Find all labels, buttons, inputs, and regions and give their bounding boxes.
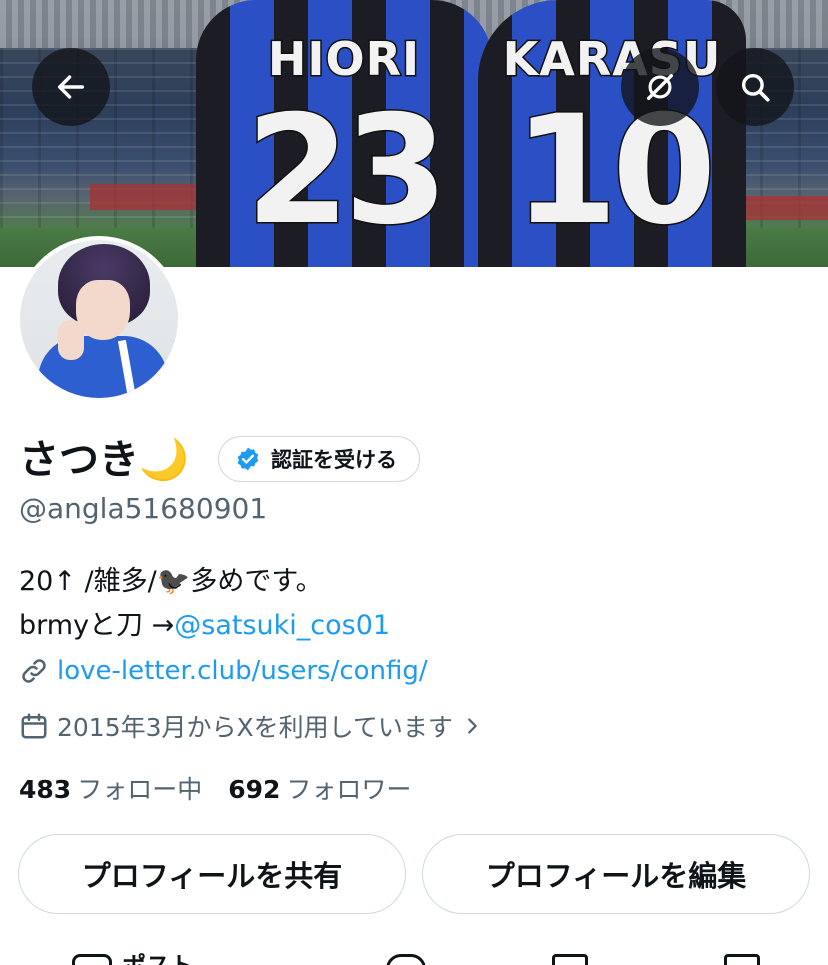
jersey-name: HIORI [266, 31, 421, 88]
stadium-seats [90, 184, 210, 210]
grok-icon [646, 73, 674, 101]
profile-link-row[interactable]: love-letter.club/users/config/ [19, 656, 428, 686]
following-stat[interactable]: 483 フォロー中 [19, 770, 202, 806]
profile-website-link[interactable]: love-letter.club/users/config/ [57, 656, 428, 686]
followers-stat[interactable]: 692 フォロワー [228, 770, 411, 806]
share-profile-button[interactable]: プロフィールを共有 [18, 834, 406, 914]
jersey-name: KARASU [501, 31, 722, 88]
search-icon [741, 73, 770, 102]
arrow-left-icon [57, 75, 85, 99]
back-button[interactable] [32, 48, 110, 126]
profile-banner[interactable]: HIORI 23 KARASU 10 [0, 0, 828, 267]
link-icon [22, 659, 46, 683]
tab-media[interactable] [724, 954, 760, 965]
bio-line: 20↑ /雑多/🐦‍⬛多めです。 [19, 566, 323, 597]
highlights-icon [552, 954, 588, 965]
following-count: 483 [19, 775, 72, 804]
jersey-number: 23 [244, 84, 450, 258]
posts-icon [72, 954, 112, 965]
profile-tabs: ポスト [0, 944, 828, 965]
search-button[interactable] [716, 48, 794, 126]
chevron-right-icon [468, 718, 477, 734]
bio-mention-link[interactable]: @satsuki_cos01 [174, 610, 390, 641]
user-handle: @angla51680901 [19, 492, 268, 525]
avatar-image [20, 240, 178, 398]
edit-profile-button[interactable]: プロフィールを編集 [422, 834, 810, 914]
bio-text: brmyと刀 → [19, 610, 175, 641]
tab-posts[interactable]: ポスト [72, 954, 194, 965]
tab-highlights[interactable] [552, 954, 588, 965]
verified-badge-icon [237, 447, 259, 471]
followers-label: フォロワー [286, 775, 412, 804]
display-name: さつき🌙 [19, 437, 189, 483]
get-verified-button[interactable]: 認証を受ける [218, 436, 420, 482]
joined-date-row[interactable]: 2015年3月からXを利用しています [19, 708, 483, 744]
reply-icon [386, 954, 426, 965]
joined-date: 2015年3月からXを利用しています [57, 713, 453, 742]
jersey-left: HIORI 23 [196, 0, 492, 267]
followers-count: 692 [228, 775, 281, 804]
jersey-number: 10 [512, 84, 718, 258]
avatar[interactable] [16, 236, 182, 402]
tab-replies[interactable] [386, 954, 426, 965]
get-verified-label: 認証を受ける [271, 448, 397, 472]
media-icon [724, 954, 760, 965]
grok-button[interactable] [621, 48, 699, 126]
tab-posts-label: ポスト [122, 954, 194, 965]
bio-line: brmyと刀 →@satsuki_cos01 [19, 604, 390, 648]
calendar-icon [21, 713, 47, 739]
follow-stats: 483 フォロー中 692 フォロワー [19, 770, 411, 806]
following-label: フォロー中 [77, 775, 203, 804]
jersey-right: KARASU 10 [478, 0, 746, 267]
bio: 20↑ /雑多/🐦‍⬛多めです。 brmyと刀 →@satsuki_cos01 [19, 560, 390, 648]
